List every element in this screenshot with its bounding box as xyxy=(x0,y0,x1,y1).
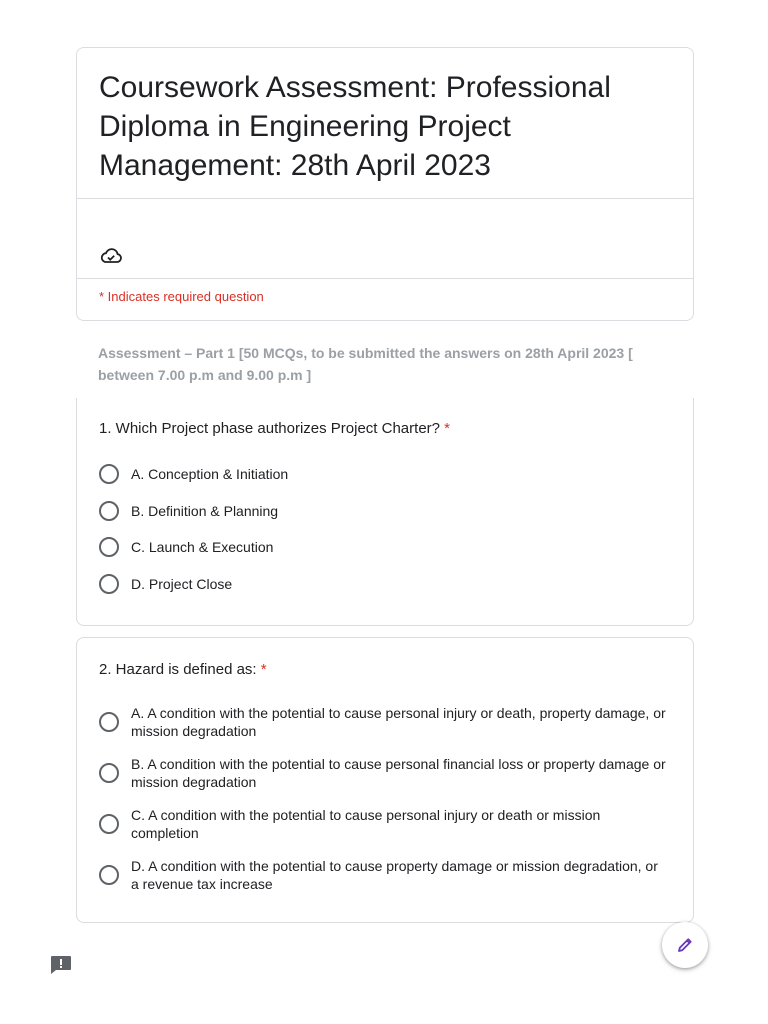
radio-option[interactable]: A. A condition with the potential to cau… xyxy=(99,704,669,740)
option-label: D. Project Close xyxy=(131,576,233,592)
option-label: C. A condition with the potential to cau… xyxy=(131,807,601,841)
header-divider xyxy=(77,198,693,199)
radio-option[interactable]: B. Definition & Planning xyxy=(99,501,669,521)
radio-option[interactable]: D. Project Close xyxy=(99,574,669,594)
option-label: D. A condition with the potential to cau… xyxy=(131,858,658,892)
radio-option[interactable]: B. A condition with the potential to cau… xyxy=(99,755,669,791)
required-star: * xyxy=(444,420,451,437)
option-label: A. Conception & Initiation xyxy=(131,466,289,482)
radio-button[interactable] xyxy=(99,464,119,484)
question-text: 1. Which Project phase authorizes Projec… xyxy=(99,420,440,437)
question-card-1: 1. Which Project phase authorizes Projec… xyxy=(76,398,694,626)
radio-button[interactable] xyxy=(99,865,119,885)
radio-option[interactable]: C. A condition with the potential to cau… xyxy=(99,806,669,842)
radio-button[interactable] xyxy=(99,763,119,783)
form-page: Coursework Assessment: Professional Dipl… xyxy=(0,0,768,1024)
required-star: * xyxy=(260,661,267,678)
radio-button[interactable] xyxy=(99,814,119,834)
form-title: Coursework Assessment: Professional Dipl… xyxy=(99,71,611,182)
radio-button[interactable] xyxy=(99,574,119,594)
radio-button[interactable] xyxy=(99,712,119,732)
question-text: 2. Hazard is defined as: xyxy=(99,661,257,678)
option-label: A. A condition with the potential to cau… xyxy=(131,705,666,739)
pencil-edit-icon xyxy=(678,938,692,952)
form-header-card: Coursework Assessment: Professional Dipl… xyxy=(76,47,694,321)
report-problem-icon[interactable] xyxy=(50,954,72,974)
required-note: * Indicates required question xyxy=(99,289,264,304)
header-divider-bottom xyxy=(77,278,693,279)
radio-option[interactable]: C. Launch & Execution xyxy=(99,537,669,557)
section-description: Assessment – Part 1 [50 MCQs, to be subm… xyxy=(98,345,633,383)
option-label: B. A condition with the potential to cau… xyxy=(131,756,666,790)
cloud-check-icon xyxy=(100,248,122,263)
radio-button[interactable] xyxy=(99,537,119,557)
radio-button[interactable] xyxy=(99,501,119,521)
edit-button[interactable] xyxy=(662,922,708,968)
question-title: 2. Hazard is defined as: * xyxy=(99,661,267,678)
option-label: B. Definition & Planning xyxy=(131,503,279,519)
radio-option[interactable]: D. A condition with the potential to cau… xyxy=(99,857,669,893)
question-card-2: 2. Hazard is defined as: * A. A conditio… xyxy=(76,637,694,923)
radio-option[interactable]: A. Conception & Initiation xyxy=(99,464,669,484)
option-label: C. Launch & Execution xyxy=(131,539,274,555)
question-title: 1. Which Project phase authorizes Projec… xyxy=(99,420,450,437)
